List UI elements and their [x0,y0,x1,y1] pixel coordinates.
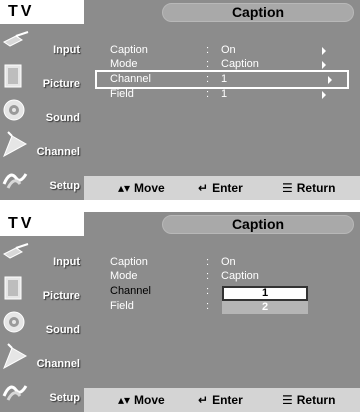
title-bar: TV Caption [0,212,360,236]
separator: : [206,300,210,312]
channel-dropdown[interactable]: 1 2 [222,286,308,314]
sidebar-item-label: Input [53,44,80,56]
mode-value: Caption [221,58,259,70]
channel-label: Channel [110,285,151,297]
setup-icon [2,173,28,189]
field-label: Field [110,300,134,312]
sidebar-item-channel[interactable]: Channel [0,128,84,162]
mode-row[interactable]: Mode : Caption [110,270,340,283]
caption-label: Caption [110,256,148,268]
separator: : [206,285,210,297]
separator: : [206,270,210,282]
sidebar-item-label: Picture [42,290,80,302]
dropdown-option[interactable]: 2 [222,301,308,314]
caption-menu-screen-2: TV Caption Input Picture Sound Channel S… [0,212,360,412]
caption-menu-screen-1: TV Caption Input Picture Sound Channel S… [0,0,360,200]
field-value: 1 [221,88,228,100]
enter-hint: ↵ Enter [198,181,243,195]
field-row[interactable]: Field : 1 [110,88,340,101]
sidebar-item-sound[interactable]: Sound [0,94,84,128]
caption-label: Caption [110,44,148,56]
return-icon: ☰ [282,181,293,195]
sidebar-item-input[interactable]: Input [0,26,84,60]
return-hint: ☰ Return [282,393,336,407]
input-icon [3,243,29,259]
up-down-arrow-icon: ▴▾ [118,393,131,407]
tv-label: TV [0,0,84,24]
mode-label: Mode [110,270,138,282]
sidebar: Input Picture Sound Channel Setup [0,24,84,200]
sidebar-item-label: Sound [45,324,80,336]
sidebar-item-input[interactable]: Input [0,238,84,272]
sidebar-item-label: Input [53,256,80,268]
tv-label: TV [0,212,84,236]
sidebar-item-picture[interactable]: Picture [0,272,84,306]
sidebar-item-label: Picture [42,78,80,90]
sidebar-item-label: Sound [45,112,80,124]
caption-value: On [221,44,236,56]
sidebar-item-label: Setup [49,180,80,192]
mode-value: Caption [221,270,259,282]
sidebar-item-label: Channel [36,358,80,370]
title-bar: TV Caption [0,0,360,24]
return-icon: ☰ [282,393,293,407]
arrow-right-icon [322,47,326,55]
sidebar: Input Picture Sound Channel Setup [0,236,84,412]
sidebar-item-label: Setup [49,392,80,404]
sidebar-item-sound[interactable]: Sound [0,306,84,340]
sidebar-item-channel[interactable]: Channel [0,340,84,374]
caption-row[interactable]: Caption : On [110,256,340,269]
separator: : [206,58,210,70]
separator: : [206,256,210,268]
up-down-arrow-icon: ▴▾ [118,181,131,195]
sidebar-item-picture[interactable]: Picture [0,60,84,94]
separator: : [206,73,210,85]
field-label: Field [110,88,134,100]
sound-icon [3,311,25,333]
channel-icon [3,343,28,370]
menu-content: Caption : On Mode : Caption Channel : 1 … [84,24,360,176]
sidebar-item-label: Channel [36,146,80,158]
enter-icon: ↵ [198,393,209,407]
arrow-right-icon [322,91,326,99]
enter-icon: ↵ [198,181,209,195]
return-hint: ☰ Return [282,181,336,195]
channel-icon [3,131,28,158]
sidebar-item-setup[interactable]: Setup [0,374,84,408]
help-bar: ▴▾ Move ↵ Enter ☰ Return [84,388,360,412]
caption-row[interactable]: Caption : On [110,44,340,57]
help-bar: ▴▾ Move ↵ Enter ☰ Return [84,176,360,200]
picture-icon [4,276,22,300]
arrow-right-icon [322,61,326,69]
sidebar-item-setup[interactable]: Setup [0,162,84,196]
channel-value: 1 [221,73,228,85]
enter-hint: ↵ Enter [198,393,243,407]
channel-row-selected[interactable]: Channel : 1 [95,70,349,89]
separator: : [206,88,210,100]
setup-icon [2,385,28,401]
dropdown-option-selected[interactable]: 1 [222,286,308,301]
menu-title: Caption [162,3,354,22]
move-hint: ▴▾ Move [118,393,165,407]
channel-label: Channel [110,73,151,85]
input-icon [3,31,29,47]
caption-value: On [221,256,236,268]
mode-row[interactable]: Mode : Caption [110,58,340,71]
arrow-right-icon [328,76,332,84]
move-hint: ▴▾ Move [118,181,165,195]
sound-icon [3,99,25,121]
mode-label: Mode [110,58,138,70]
menu-title: Caption [162,215,354,234]
picture-icon [4,64,22,88]
separator: : [206,44,210,56]
